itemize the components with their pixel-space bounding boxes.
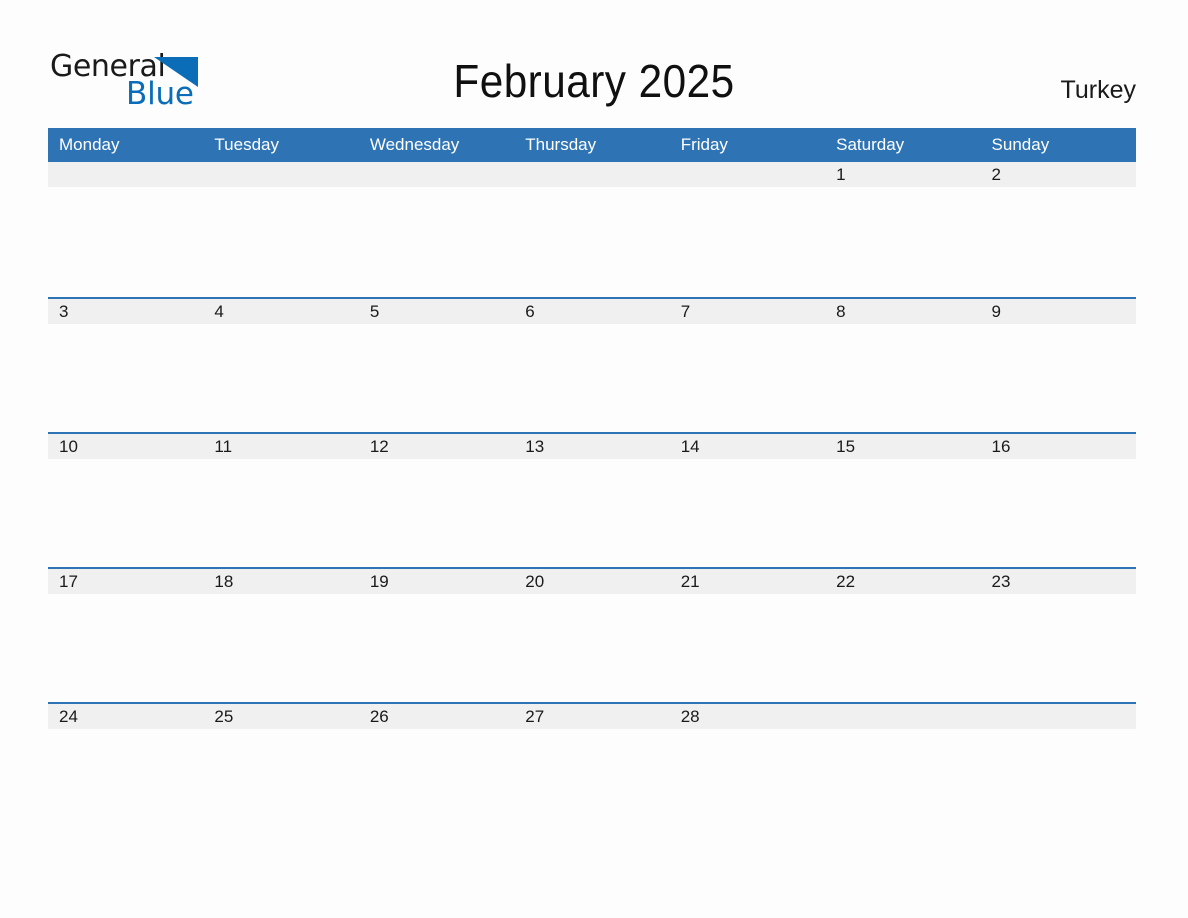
day-content-cell[interactable] bbox=[359, 324, 514, 432]
date-cell[interactable]: 22 bbox=[825, 569, 980, 594]
week-row: 10 11 12 13 14 15 16 bbox=[48, 432, 1136, 567]
day-content-cell[interactable] bbox=[825, 594, 980, 702]
day-content-cell[interactable] bbox=[514, 594, 669, 702]
day-content-cell[interactable] bbox=[981, 594, 1136, 702]
weekday-header-friday: Friday bbox=[680, 135, 728, 154]
date-cell[interactable]: 20 bbox=[514, 569, 669, 594]
date-cell[interactable]: 21 bbox=[670, 569, 825, 594]
week-date-band: 24 25 26 27 28 bbox=[48, 702, 1136, 729]
day-content-cell[interactable] bbox=[514, 187, 669, 297]
week-row: 3 4 5 6 7 8 9 bbox=[48, 297, 1136, 432]
day-content-cell[interactable] bbox=[48, 324, 203, 432]
week-date-band: 1 2 bbox=[48, 162, 1136, 187]
date-cell[interactable]: 18 bbox=[203, 569, 358, 594]
date-cell[interactable]: 6 bbox=[514, 299, 669, 324]
date-cell[interactable] bbox=[825, 704, 980, 729]
date-cell[interactable]: 25 bbox=[203, 704, 358, 729]
date-cell[interactable]: 12 bbox=[359, 434, 514, 459]
day-content-cell[interactable] bbox=[48, 594, 203, 702]
day-content-cell[interactable] bbox=[48, 187, 203, 297]
date-cell[interactable]: 26 bbox=[359, 704, 514, 729]
page-title: February 2025 bbox=[453, 55, 735, 107]
weekday-header-wednesday: Wednesday bbox=[369, 135, 460, 154]
day-content-cell[interactable] bbox=[203, 187, 358, 297]
day-content-cell[interactable] bbox=[359, 729, 514, 837]
week-body bbox=[48, 594, 1136, 702]
week-date-band: 17 18 19 20 21 22 23 bbox=[48, 567, 1136, 594]
day-content-cell[interactable] bbox=[670, 187, 825, 297]
date-cell[interactable]: 13 bbox=[514, 434, 669, 459]
week-date-band: 3 4 5 6 7 8 9 bbox=[48, 297, 1136, 324]
page-header: General Blue February 2025 Turkey bbox=[0, 0, 1188, 128]
day-content-cell[interactable] bbox=[670, 729, 825, 837]
date-cell[interactable]: 15 bbox=[825, 434, 980, 459]
day-content-cell[interactable] bbox=[203, 459, 358, 567]
weekday-header-row: Monday Tuesday Wednesday Thursday Friday… bbox=[48, 128, 1136, 162]
date-cell[interactable] bbox=[203, 162, 358, 187]
day-content-cell[interactable] bbox=[825, 324, 980, 432]
weekday-header-tuesday: Tuesday bbox=[214, 135, 279, 154]
week-row: 24 25 26 27 28 bbox=[48, 702, 1136, 837]
day-content-cell[interactable] bbox=[48, 729, 203, 837]
date-cell[interactable]: 10 bbox=[48, 434, 203, 459]
day-content-cell[interactable] bbox=[981, 459, 1136, 567]
weekday-header-thursday: Thursday bbox=[525, 135, 597, 154]
calendar-grid: Monday Tuesday Wednesday Thursday Friday… bbox=[48, 128, 1136, 837]
weekday-header-monday: Monday bbox=[59, 135, 120, 154]
day-content-cell[interactable] bbox=[514, 324, 669, 432]
date-cell[interactable] bbox=[981, 704, 1136, 729]
date-cell[interactable]: 27 bbox=[514, 704, 669, 729]
date-cell[interactable]: 7 bbox=[670, 299, 825, 324]
week-body bbox=[48, 729, 1136, 837]
day-content-cell[interactable] bbox=[981, 729, 1136, 837]
day-content-cell[interactable] bbox=[48, 459, 203, 567]
date-cell[interactable]: 23 bbox=[981, 569, 1136, 594]
date-cell[interactable]: 1 bbox=[825, 162, 980, 187]
day-content-cell[interactable] bbox=[981, 187, 1136, 297]
week-body bbox=[48, 324, 1136, 432]
date-cell[interactable]: 5 bbox=[359, 299, 514, 324]
day-content-cell[interactable] bbox=[981, 324, 1136, 432]
date-cell[interactable] bbox=[48, 162, 203, 187]
day-content-cell[interactable] bbox=[203, 594, 358, 702]
day-content-cell[interactable] bbox=[203, 324, 358, 432]
day-content-cell[interactable] bbox=[670, 594, 825, 702]
date-cell[interactable]: 9 bbox=[981, 299, 1136, 324]
day-content-cell[interactable] bbox=[825, 729, 980, 837]
date-cell[interactable] bbox=[670, 162, 825, 187]
date-cell[interactable]: 4 bbox=[203, 299, 358, 324]
calendar-page: General Blue February 2025 Turkey Monday… bbox=[0, 0, 1188, 918]
day-content-cell[interactable] bbox=[359, 594, 514, 702]
weekday-header-saturday: Saturday bbox=[836, 135, 905, 154]
day-content-cell[interactable] bbox=[359, 187, 514, 297]
date-cell[interactable]: 3 bbox=[48, 299, 203, 324]
date-cell[interactable]: 19 bbox=[359, 569, 514, 594]
date-cell[interactable]: 16 bbox=[981, 434, 1136, 459]
day-content-cell[interactable] bbox=[203, 729, 358, 837]
day-content-cell[interactable] bbox=[825, 187, 980, 297]
date-cell[interactable]: 11 bbox=[203, 434, 358, 459]
week-body bbox=[48, 459, 1136, 567]
week-date-band: 10 11 12 13 14 15 16 bbox=[48, 432, 1136, 459]
week-body bbox=[48, 187, 1136, 297]
country-label: Turkey bbox=[1060, 76, 1136, 104]
date-cell[interactable]: 17 bbox=[48, 569, 203, 594]
day-content-cell[interactable] bbox=[514, 459, 669, 567]
date-cell[interactable]: 24 bbox=[48, 704, 203, 729]
weekday-header-sunday: Sunday bbox=[991, 135, 1050, 154]
week-row: 1 2 bbox=[48, 162, 1136, 297]
week-row: 17 18 19 20 21 22 23 bbox=[48, 567, 1136, 702]
date-cell[interactable]: 28 bbox=[670, 704, 825, 729]
date-cell[interactable]: 8 bbox=[825, 299, 980, 324]
day-content-cell[interactable] bbox=[514, 729, 669, 837]
day-content-cell[interactable] bbox=[825, 459, 980, 567]
day-content-cell[interactable] bbox=[670, 459, 825, 567]
date-cell[interactable] bbox=[359, 162, 514, 187]
date-cell[interactable]: 2 bbox=[981, 162, 1136, 187]
day-content-cell[interactable] bbox=[670, 324, 825, 432]
day-content-cell[interactable] bbox=[359, 459, 514, 567]
date-cell[interactable]: 14 bbox=[670, 434, 825, 459]
date-cell[interactable] bbox=[514, 162, 669, 187]
